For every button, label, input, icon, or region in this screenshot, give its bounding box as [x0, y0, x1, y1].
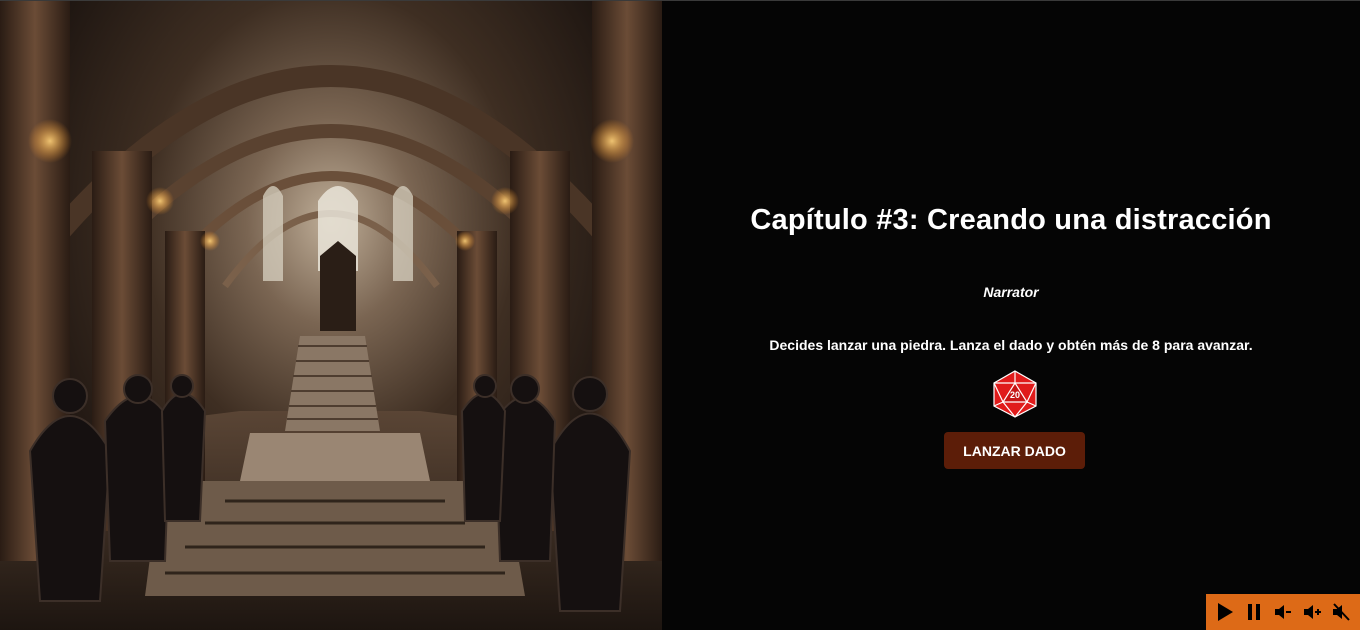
mute-icon[interactable] — [1328, 599, 1354, 625]
castle-throne-hall-image — [0, 1, 662, 630]
play-icon[interactable] — [1212, 599, 1238, 625]
roll-dice-button[interactable]: LANZAR DADO — [944, 432, 1085, 469]
volume-down-icon[interactable] — [1270, 599, 1296, 625]
dialogue-text: Decides lanzar una piedra. Lanza el dado… — [769, 337, 1253, 353]
die-face-label: 20 — [1010, 390, 1020, 400]
game-screen: Capítulo #3: Creando una distracción Nar… — [0, 0, 1360, 630]
chapter-title: Capítulo #3: Creando una distracción — [750, 204, 1272, 236]
audio-controls — [1206, 594, 1360, 630]
volume-up-icon[interactable] — [1299, 599, 1325, 625]
d20-die-icon: 20 — [990, 369, 1040, 419]
speaker-name: Narrator — [983, 284, 1039, 300]
story-panel: Capítulo #3: Creando una distracción Nar… — [662, 1, 1360, 630]
pause-icon[interactable] — [1241, 599, 1267, 625]
